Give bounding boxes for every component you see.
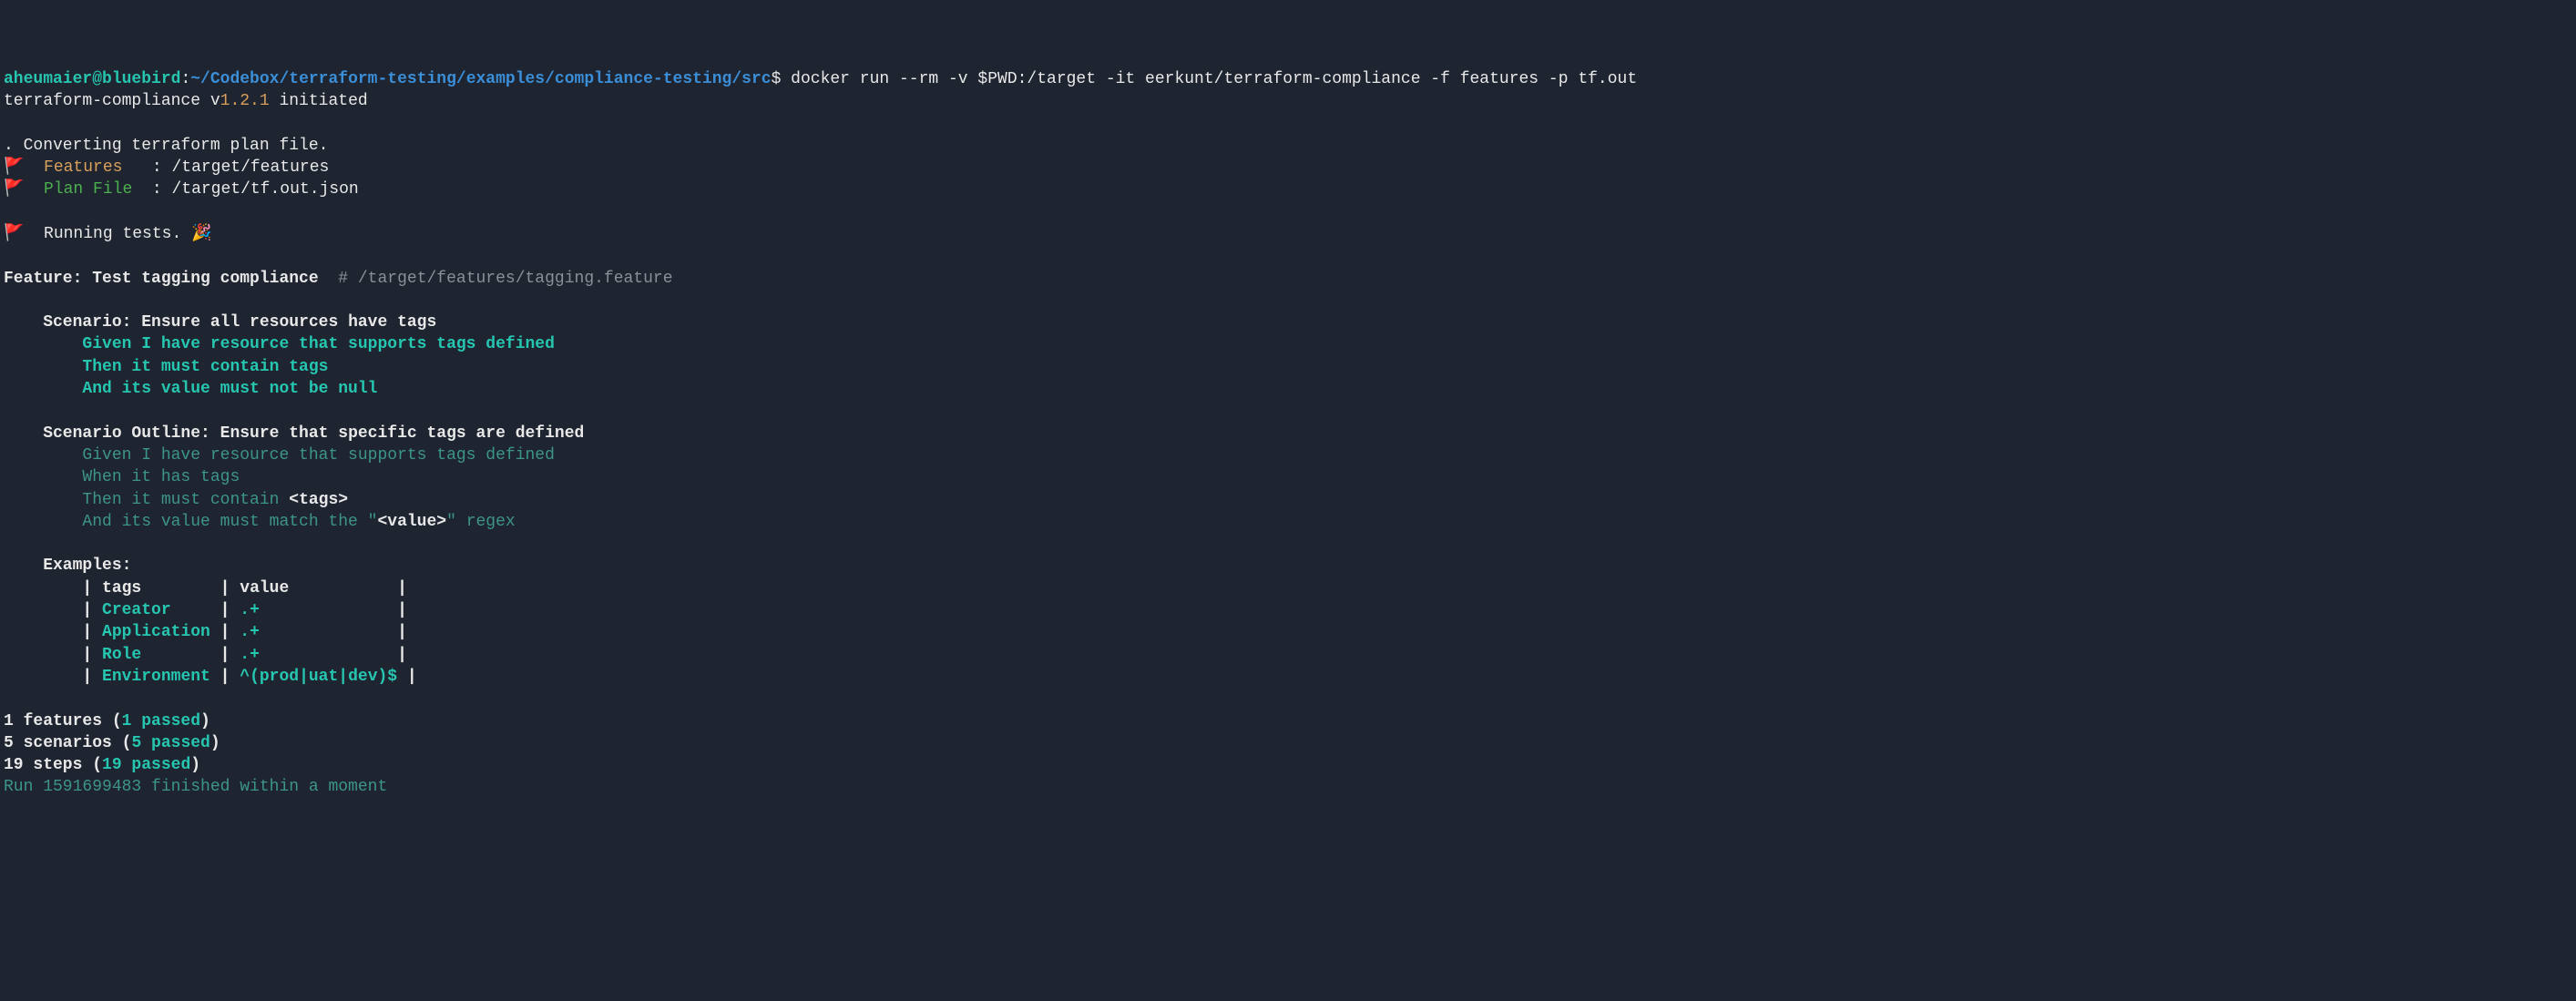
table-pipe: | [260,646,407,664]
table-pipe: | [4,646,102,664]
features-sep: : [122,158,171,177]
flag-icon: 🚩 [4,225,24,243]
table-cell-tag: Application [102,623,210,641]
terminal-output: aheumaier@bluebird:~/Codebox/terraform-t… [4,68,2572,799]
party-icon: 🎉 [191,225,211,243]
table-header-value: value [240,579,289,598]
table-header-tags: tags [102,579,141,598]
table-cell-tag: Creator [102,601,171,619]
step-line: When it has tags [4,468,240,486]
table-pipe: | [289,579,407,598]
run-finished-line: Run 1591699483 finished within a moment [4,778,387,796]
plan-label: Plan File [24,180,132,199]
command-text: docker run --rm -v $PWD:/target -it eerk… [781,70,1637,88]
flag-icon: 🚩 [4,158,24,177]
table-cell-value: ^(prod|uat|dev)$ [240,668,397,686]
table-pipe: | [171,601,240,619]
feature-comment: # /target/features/tagging.feature [319,270,673,288]
summary-scenarios-passed: 5 passed [131,734,210,752]
value-placeholder: <value> [377,513,446,531]
table-pipe: | [397,668,417,686]
step-line: And its value must match the " [4,513,377,531]
summary-close: ) [200,712,210,730]
summary-scenarios: 5 scenarios ( [4,734,131,752]
table-pipe: | [260,601,407,619]
prompt-dollar: $ [772,70,782,88]
summary-steps: 19 steps ( [4,756,102,774]
init-version: 1.2.1 [220,92,270,110]
prompt-user: aheumaier@bluebird [4,70,180,88]
table-cell-tag: Role [102,646,141,664]
table-cell-value: .+ [240,623,260,641]
step-line: Then it must contain tags [4,358,328,376]
features-label: Features [24,158,122,177]
table-pipe: | [210,668,240,686]
features-path: /target/features [171,158,329,177]
summary-features: 1 features ( [4,712,122,730]
table-pipe: | [141,579,240,598]
step-line: Given I have resource that supports tags… [4,335,555,353]
scenario-outline-title: Ensure that specific tags are defined [220,424,585,443]
tags-placeholder: <tags> [289,491,348,509]
prompt-path: ~/Codebox/terraform-testing/examples/com… [190,70,771,88]
flag-icon: 🚩 [4,180,24,199]
init-prefix: terraform-compliance v [4,92,220,110]
scenario-keyword: Scenario: [4,313,141,332]
table-pipe: | [4,579,102,598]
plan-sep: : [132,180,171,199]
scenario-outline-keyword: Scenario Outline: [4,424,220,443]
examples-keyword: Examples: [4,557,131,575]
step-line: And its value must not be null [4,380,377,398]
plan-path: /target/tf.out.json [171,180,358,199]
summary-close: ) [210,734,220,752]
step-line: Given I have resource that supports tags… [4,446,555,465]
table-cell-value: .+ [240,646,260,664]
running-tests: Running tests. [24,225,191,243]
prompt-colon: : [180,70,190,88]
feature-keyword: Feature: [4,270,92,288]
summary-close: ) [190,756,200,774]
init-suffix: initiated [270,92,368,110]
table-cell-tag: Environment [102,668,210,686]
summary-steps-passed: 19 passed [102,756,190,774]
table-pipe: | [4,623,102,641]
table-pipe: | [4,668,102,686]
step-line: Then it must contain [4,491,289,509]
feature-title: Test tagging compliance [92,270,318,288]
table-pipe: | [210,623,240,641]
step-line-end: " regex [446,513,516,531]
table-cell-value: .+ [240,601,260,619]
table-pipe: | [141,646,240,664]
table-pipe: | [4,601,102,619]
table-pipe: | [260,623,407,641]
summary-features-passed: 1 passed [122,712,200,730]
scenario-title: Ensure all resources have tags [141,313,436,332]
convert-line: . Converting terraform plan file. [4,137,328,155]
